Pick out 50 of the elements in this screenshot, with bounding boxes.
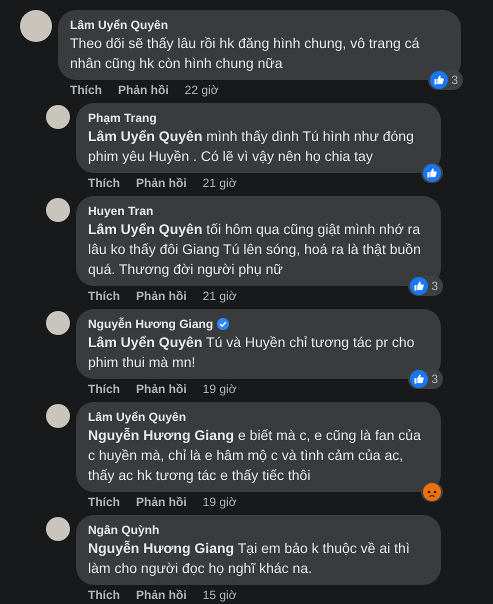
author-name[interactable]: Huyen Tran (88, 203, 154, 219)
avatar[interactable] (20, 10, 52, 42)
comment-text: Lâm Uyển Quyên Tú và Huyền chỉ tương tác pr cho phim thui mà mn! (88, 333, 416, 372)
verified-badge-icon (217, 318, 230, 330)
timestamp[interactable]: 22 giờ (184, 82, 219, 98)
avatar[interactable] (46, 198, 70, 222)
avatar[interactable] (46, 404, 70, 428)
comment-text: Theo dõi sẽ thấy lâu rồi hk đăng hình chung, vô trang cá nhân cũng hk còn hình chung nữa (70, 34, 420, 73)
comment-action-link[interactable]: Thích (88, 587, 120, 603)
comment-action-link[interactable]: Phản hồi (118, 82, 169, 98)
comment-action-link[interactable]: Thích (70, 82, 102, 98)
author-name[interactable]: Ngân Quỳnh (88, 522, 160, 538)
avatar[interactable] (46, 311, 70, 335)
author-name[interactable]: Lâm Uyển Quyên (88, 409, 186, 425)
angry-face-icon (423, 483, 441, 501)
author-name[interactable]: Nguyễn Hương Giang (88, 316, 214, 332)
comment-action-link[interactable]: Phản hồi (136, 288, 187, 304)
timestamp[interactable]: 21 giờ (202, 175, 237, 191)
thumbs-up-icon (410, 277, 428, 295)
timestamp[interactable]: 19 giờ (202, 494, 237, 510)
avatar[interactable] (46, 105, 70, 129)
author-name[interactable]: Phạm Trang (88, 110, 157, 126)
reaction-count: 3 (431, 279, 439, 293)
avatar[interactable] (46, 517, 70, 541)
comment-action-link[interactable]: Thích (88, 175, 120, 191)
thumbs-up-icon (430, 71, 448, 89)
comment-action-link[interactable]: Thích (88, 288, 120, 304)
reaction-badge[interactable] (421, 163, 443, 183)
comment-action-link[interactable]: Phản hồi (136, 175, 187, 191)
timestamp[interactable]: 21 giờ (202, 288, 237, 304)
comment-action-link[interactable]: Thích (88, 494, 120, 510)
timestamp[interactable]: 19 giờ (202, 381, 237, 397)
comment-text: Nguyễn Hương Giang e biết mà c, e cũng là fan của c huyền mà, chỉ là e hâm mộ c và tình cảm của ac, thấy ac hk tương tác e thấy tiếc thôi (88, 426, 422, 485)
comment-action-link[interactable]: Phản hồi (136, 381, 187, 397)
comment-action-link[interactable]: Phản hồi (136, 587, 187, 603)
thumbs-up-icon (423, 164, 441, 182)
comment-text: Lâm Uyển Quyên tối hôm qua cũng giật mình nhớ ra lâu ko thấy đôi Giang Tú lên sóng, hoá ra là thật buồn quá. Thương đời người phụ nữ (88, 220, 422, 279)
thumbs-up-icon (410, 370, 428, 388)
comment-action-link[interactable]: Thích (88, 381, 120, 397)
reaction-count: 3 (451, 73, 459, 87)
comment-action-link[interactable]: Phản hồi (136, 494, 187, 510)
reaction-badge[interactable]: 3 (408, 369, 443, 389)
reaction-badge[interactable]: 3 (428, 70, 463, 90)
reaction-badge[interactable]: 3 (408, 276, 443, 296)
comment-text: Lâm Uyển Quyên mình thấy dình Tú hình như đóng phim yêu Huyền . Có lẽ vì vậy nên họ chia tay (88, 127, 415, 166)
comment-text: Nguyễn Hương Giang Tại em bảo k thuộc về ai thì làm cho người đọc họ nghĩ khác na. (88, 539, 411, 578)
reaction-count: 3 (431, 372, 439, 386)
timestamp[interactable]: 15 giờ (202, 587, 237, 603)
reaction-badge[interactable] (421, 482, 443, 502)
author-name[interactable]: Lâm Uyển Quyên (70, 17, 168, 33)
